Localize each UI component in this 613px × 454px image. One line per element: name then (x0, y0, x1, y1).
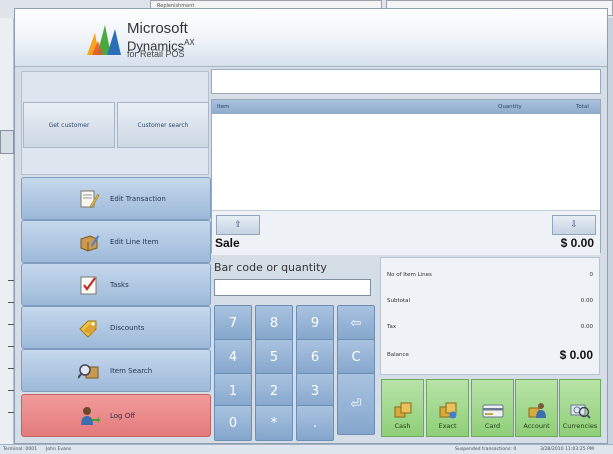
exact-label: Exact (438, 422, 457, 430)
key-8[interactable]: 8 (255, 305, 293, 341)
item-search-icon (78, 363, 99, 379)
key-2[interactable]: 2 (255, 373, 293, 409)
key-4[interactable]: 4 (214, 339, 252, 375)
edit-transaction-button[interactable]: Edit Transaction (21, 177, 211, 220)
totals-panel: No of Item Lines 0 Subtotal 0.00 Tax 0.0… (380, 257, 600, 375)
status-user: John Evans (46, 447, 72, 452)
edit-transaction-label: Edit Transaction (110, 194, 166, 203)
discounts-button[interactable]: Discounts (21, 306, 211, 349)
edit-line-item-button[interactable]: Edit Line Item (21, 220, 211, 263)
pos-window: Microsoft DynamicsAX for Retail POS Get … (14, 8, 608, 444)
header-banner: Microsoft DynamicsAX for Retail POS (15, 9, 607, 67)
checklist-icon (80, 276, 97, 294)
user-logoff-icon (81, 406, 100, 425)
subtotal-value: 0.00 (580, 298, 593, 304)
subtotal-label: Subtotal (387, 298, 411, 304)
subtotal-row: Subtotal 0.00 (387, 298, 593, 304)
status-terminal: Terminal: 0001 (3, 447, 38, 452)
tasks-label: Tasks (110, 280, 129, 289)
account-label: Account (523, 422, 550, 430)
exact-cash-icon (439, 402, 456, 419)
exact-button[interactable]: Exact (426, 379, 469, 437)
column-item: Item (217, 104, 230, 110)
log-off-button[interactable]: Log Off (21, 394, 211, 437)
customer-search-button[interactable]: Customer search (117, 102, 209, 148)
logo-text-microsoft: Microsoft (127, 20, 188, 37)
receipt-footer: ⇧ ⇩ Sale $ 0.00 (212, 210, 600, 255)
receipt-header: Item Quantity Total (212, 100, 600, 114)
card-button[interactable]: Card (471, 379, 514, 437)
item-lines-label: No of Item Lines (387, 272, 432, 278)
discounts-label: Discounts (110, 323, 145, 332)
enter-key[interactable]: ⏎ (337, 373, 375, 435)
account-button[interactable]: Account (515, 379, 558, 437)
item-search-label: Item Search (110, 366, 153, 375)
tax-row: Tax 0.00 (387, 324, 593, 330)
credit-card-icon (482, 404, 503, 418)
key-7[interactable]: 7 (214, 305, 252, 341)
clear-key[interactable]: C (337, 339, 375, 375)
background-left-panel (0, 18, 14, 454)
sale-label: Sale (215, 236, 240, 250)
currencies-label: Currencies (562, 422, 598, 430)
balance-row: Balance $ 0.00 (387, 348, 593, 362)
item-lines-row: No of Item Lines 0 (387, 272, 593, 278)
cash-label: Cash (394, 422, 411, 430)
currencies-button[interactable]: Currencies (559, 379, 601, 437)
logo-ax: AX (184, 38, 195, 47)
tax-label: Tax (387, 324, 397, 330)
key-dot[interactable]: . (296, 405, 334, 441)
column-total: Total (576, 104, 589, 110)
balance-value: $ 0.00 (559, 348, 593, 362)
scroll-down-button[interactable]: ⇩ (552, 215, 596, 235)
currencies-icon (570, 404, 591, 419)
key-star[interactable]: * (255, 405, 293, 441)
item-lines-value: 0 (589, 272, 594, 278)
sale-total: $ 0.00 (560, 236, 594, 250)
tasks-button[interactable]: Tasks (21, 263, 211, 306)
account-icon (528, 403, 546, 418)
get-customer-button[interactable]: Get customer (23, 102, 115, 148)
edit-line-item-label: Edit Line Item (110, 237, 159, 246)
status-datetime: 3/28/2010 11:03:25 PM (540, 447, 594, 452)
discount-tags-icon (79, 320, 97, 338)
cash-button[interactable]: Cash (381, 379, 424, 437)
key-0[interactable]: 0 (214, 405, 252, 441)
logo-text-retail-pos: for Retail POS (127, 49, 185, 59)
background-scroll-handle (0, 130, 14, 154)
status-suspended: Suspended transactions: 0 (455, 447, 517, 452)
key-6[interactable]: 6 (296, 339, 334, 375)
receipt-grid[interactable]: Item Quantity Total ⇧ ⇩ Sale $ 0.00 (211, 99, 601, 255)
scroll-up-button[interactable]: ⇧ (216, 215, 260, 235)
box-pencil-icon (80, 234, 99, 252)
key-3[interactable]: 3 (296, 373, 334, 409)
log-off-label: Log Off (110, 411, 136, 420)
key-5[interactable]: 5 (255, 339, 293, 375)
card-label: Card (484, 422, 501, 430)
key-1[interactable]: 1 (214, 373, 252, 409)
tax-value: 0.00 (580, 324, 593, 330)
cash-icon (394, 402, 411, 418)
barcode-input[interactable] (214, 279, 371, 296)
customer-panel: Get customer Customer search (21, 71, 209, 175)
dynamics-logo-icon (87, 25, 121, 55)
status-bar: Terminal: 0001 John Evans Suspended tran… (0, 444, 613, 454)
backspace-key[interactable]: ⇦ (337, 305, 375, 341)
message-bar (211, 69, 601, 94)
balance-label: Balance (387, 352, 409, 358)
key-9[interactable]: 9 (296, 305, 334, 341)
notepad-pencil-icon (80, 190, 100, 208)
barcode-label: Bar code or quantity (214, 261, 327, 274)
item-search-button[interactable]: Item Search (21, 349, 211, 392)
column-quantity: Quantity (498, 104, 522, 110)
